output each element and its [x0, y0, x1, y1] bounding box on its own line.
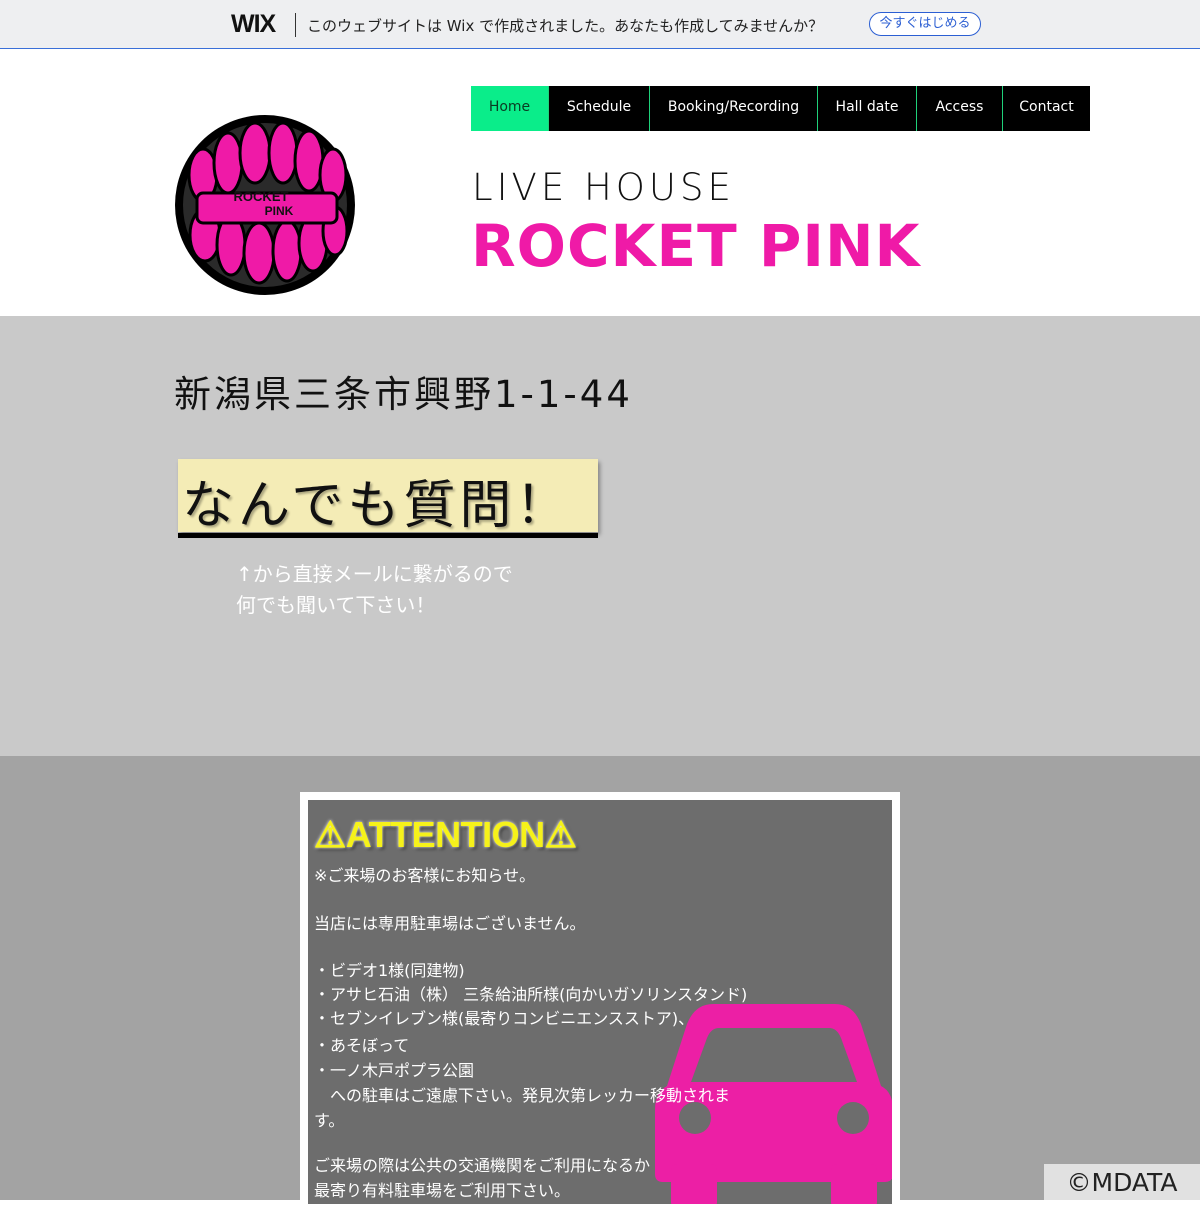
- ask-anything-button[interactable]: なんでも質問！: [178, 459, 598, 538]
- ask-anything-label: なんでも質問！: [182, 476, 572, 536]
- nav-home[interactable]: Home: [471, 86, 549, 131]
- wix-logo[interactable]: WIX: [231, 10, 276, 39]
- mail-hint-line-2: 何でも聞いて下さい！: [236, 593, 436, 617]
- attention-line: ・あそぼって: [314, 1036, 410, 1055]
- nav-booking-recording[interactable]: Booking/Recording: [650, 86, 818, 131]
- wix-banner: WIX このウェブサイトは Wix で作成されました。あなたも作成してみませんか…: [0, 0, 1200, 49]
- attention-line: す。: [314, 1111, 345, 1130]
- attention-line: 当店には専用駐車場はございません。: [314, 914, 586, 933]
- site-brand-name: ROCKET PINK: [471, 212, 921, 280]
- nav-access[interactable]: Access: [917, 86, 1003, 131]
- copyright-badge: ©MDATA: [1044, 1164, 1200, 1200]
- attention-panel-inner: ⚠ATTENTION⚠ ※ご来場のお客様にお知らせ。 当店には専用駐車場はござい…: [308, 800, 892, 1204]
- address-text: 新潟県三条市興野1-1-44: [174, 373, 633, 416]
- mail-hint-line-1: ↑から直接メールに繋がるので: [236, 562, 513, 586]
- rocket-pink-logo-icon: ROCKET PINK: [175, 115, 355, 295]
- attention-line: ※ご来場のお客様にお知らせ。: [314, 866, 536, 885]
- attention-line: ・一ノ木戸ポプラ公園: [314, 1061, 475, 1080]
- site-tagline: LIVE HOUSE: [472, 166, 735, 209]
- attention-panel: ⚠ATTENTION⚠ ※ご来場のお客様にお知らせ。 当店には専用駐車場はござい…: [300, 792, 900, 1212]
- attention-line: 最寄り有料駐車場をご利用下さい。: [314, 1181, 571, 1200]
- attention-line: ご来場の際は公共の交通機関をご利用になるか: [314, 1156, 651, 1175]
- attention-line: ・アサヒ石油（株） 三条給油所様(向かいガソリンスタンド): [314, 985, 748, 1004]
- nav-hall-date[interactable]: Hall date: [818, 86, 917, 131]
- main-nav: Home Schedule Booking/Recording Hall dat…: [471, 86, 1090, 131]
- wix-divider: [295, 13, 296, 37]
- logo-text-rocket: ROCKET: [234, 189, 289, 204]
- wix-banner-message: このウェブサイトは Wix で作成されました。あなたも作成してみませんか？: [307, 17, 824, 35]
- site-logo[interactable]: ROCKET PINK: [173, 113, 358, 297]
- attention-line: ・セブンイレブン様(最寄りコンビニエンスストア)、: [314, 1009, 695, 1028]
- wix-start-button[interactable]: 今すぐはじめる: [869, 12, 981, 36]
- attention-line: ・ビデオ1様(同建物): [314, 961, 465, 980]
- attention-title: ⚠ATTENTION⚠: [314, 814, 577, 855]
- logo-text-pink: PINK: [265, 204, 294, 218]
- nav-schedule[interactable]: Schedule: [549, 86, 650, 131]
- nav-contact[interactable]: Contact: [1003, 86, 1090, 131]
- attention-line: への駐車はご遠慮下さい。発見次第レッカー移動されま: [314, 1086, 731, 1105]
